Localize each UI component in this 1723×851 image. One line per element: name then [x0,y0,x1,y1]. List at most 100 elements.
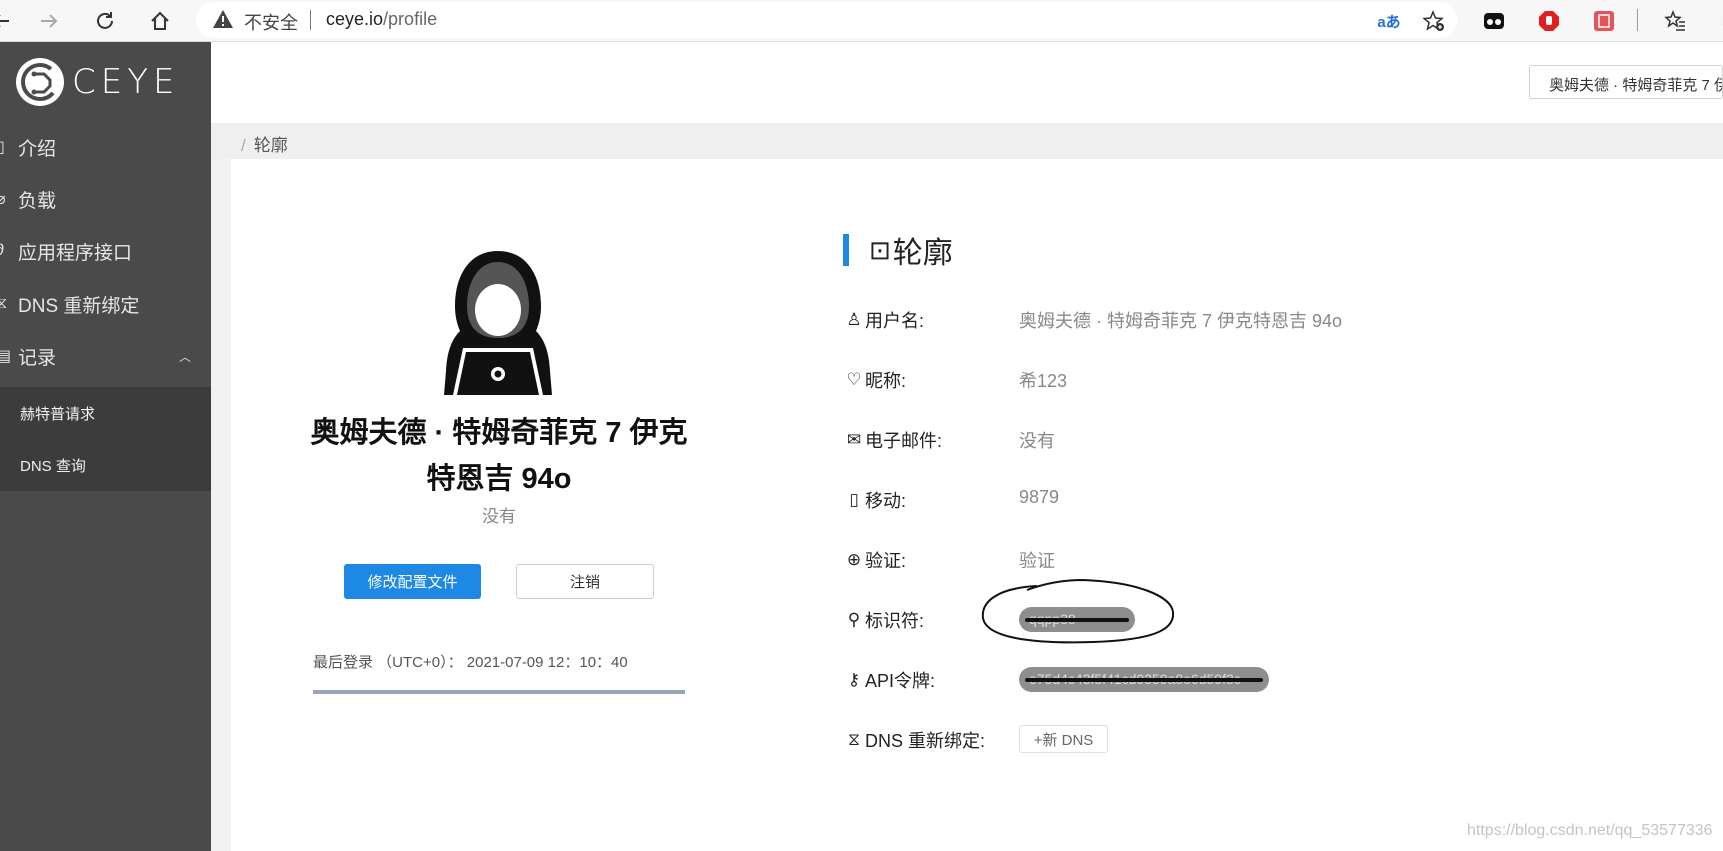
toolbar-divider [1637,9,1638,31]
extension-button-3[interactable] [1589,6,1619,36]
reload-icon [97,12,113,29]
row-label-text: DNS 重新绑定: [865,731,986,751]
profile-divider [313,690,685,694]
reload-button[interactable] [90,6,120,36]
username-label: ♙ 用户名: [845,307,924,333]
api-token-label: ⚷ API令牌: [845,667,935,693]
section-title-text: 轮廓 [892,237,953,270]
row-label-text: 验证: [865,551,907,571]
user-icon: ♙ [846,310,862,329]
profile-subtitle: 没有 [482,507,516,526]
browser-toolbar: 不安全 ceye.io/profile aあ ◔ [0,0,1723,42]
breadcrumb-current: / 轮廓 [241,131,288,156]
section-title: ⊡ 轮廓 [843,233,953,270]
omnibox-divider [310,10,311,30]
star-add-icon [1423,10,1444,31]
row-label-text: 移动: [865,491,907,511]
last-login-text: 最后登录 （UTC+0）： 2021-07-09 12：10：40 [313,654,628,671]
book-icon: ▯ [0,139,5,156]
user-menu-button[interactable]: 奥姆夫德 · 特姆奇菲克 7 伊 [1529,65,1723,99]
redaction-circle [981,578,1175,644]
logo-text: CEYE [72,62,180,102]
email-value: 没有 [1019,431,1055,451]
glasses-extension-icon [1484,13,1504,29]
edit-profile-button[interactable]: 修改配置文件 [344,564,481,599]
ceye-logo-icon [16,58,64,106]
key-icon: ⚷ [847,670,861,689]
mobile-value: 9879 [1019,487,1060,507]
url-host: ceye.io [326,9,384,29]
watermark: https://blog.csdn.net/qq_53577336 [1467,822,1713,839]
home-button[interactable] [145,6,175,36]
redaction-scribble [1025,678,1263,682]
avatar [444,251,552,395]
sidebar-item-api[interactable]: ∂ 应用程序接口 [0,225,211,277]
breadcrumb-label: 轮廓 [253,136,288,155]
heart-icon: ♡ [846,370,862,389]
insecure-label: 不安全 [244,13,298,33]
sidebar-item-intro[interactable]: ▯ 介绍 [0,121,211,173]
tag-icon: ⌀ [0,191,6,208]
sidebar-item-label: 记录 [18,347,57,369]
submenu-item-dns-queries[interactable]: DNS 查询 [20,455,86,476]
favorites-button[interactable] [1660,6,1690,36]
translate-icon: aあ [1377,13,1401,31]
api-token-pill: e75d4c43f5f41cd0359a8e6d59f3c [1019,667,1269,692]
url-path: /profile [383,9,438,29]
identifier-label: ⚲ 标识符: [845,607,924,633]
nickname-value: 希123 [1019,371,1068,391]
dns-rebinding-label: ⧖ DNS 重新绑定: [845,727,985,753]
hourglass-icon: ⧖ [848,730,860,749]
page-header [211,42,1723,123]
mobile-label: ▯ 移动: [845,487,906,513]
rocket-icon: ⚲ [847,610,861,629]
sidebar-item-records[interactable]: ▤ 记录 ︿ [0,330,211,382]
lock-icon: ⊕ [846,550,862,569]
chevron-up-icon: ︿ [178,350,191,364]
back-arrow-icon [0,15,9,27]
breadcrumb-separator: / [241,136,246,155]
verify-label: ⊕ 验证: [845,547,906,573]
extension-button-2[interactable] [1534,6,1564,36]
back-button[interactable] [0,6,16,36]
records-submenu: 赫特普请求 DNS 查询 [0,387,211,491]
url-text: ceye.io/profile [326,9,437,30]
title-accent-bar [843,234,849,266]
red-badge-icon [1594,11,1614,31]
sidebar-item-label: 应用程序接口 [18,242,133,264]
sidebar: CEYE ▯ 介绍 ⌀ 负载 ∂ 应用程序接口 ⧖ DNS 重新绑定 ▤ 记录 … [0,42,211,851]
username-value: 奥姆夫德 · 特姆奇菲克 7 伊克特恩吉 94o [1019,311,1343,331]
profile-button[interactable]: ◔ [1710,6,1723,36]
stop-hand-icon [1539,11,1559,31]
row-label-text: 电子邮件: [865,431,943,451]
row-label-text: API令牌: [865,671,936,691]
row-label-text: 用户名: [865,311,925,331]
row-label-text: 标识符: [865,611,925,631]
hourglass-icon: ⧖ [0,295,8,312]
forward-arrow-icon [41,14,58,28]
favorites-list-icon [1664,10,1685,31]
breadcrumb: / 轮廓 [211,123,1723,159]
logout-button[interactable]: 注销 [516,564,654,599]
new-dns-button[interactable]: +新 DNS [1019,725,1108,753]
verify-value[interactable]: 验证 [1019,547,1055,573]
submenu-item-http-requests[interactable]: 赫特普请求 [20,403,95,424]
logo[interactable]: CEYE [14,56,179,108]
home-icon [151,11,169,30]
forward-button[interactable] [34,6,64,36]
extension-button-1[interactable] [1479,6,1509,36]
sidebar-item-label: 介绍 [18,138,57,160]
list-icon: ▤ [0,348,12,365]
nickname-label: ♡ 昵称: [845,367,906,393]
sidebar-item-label: DNS 重新绑定 [18,295,140,317]
profile-card-icon: ⊡ [869,234,891,265]
link-icon: ∂ [0,242,14,260]
sidebar-item-dns-rebinding[interactable]: ⧖ DNS 重新绑定 [0,278,211,330]
sidebar-item-label: 负载 [18,190,57,212]
profile-name: 奥姆夫德 · 特姆奇菲克 7 伊克特恩吉 94o [310,417,688,495]
translate-button[interactable]: aあ [1376,8,1402,34]
sidebar-item-payload[interactable]: ⌀ 负载 [0,173,211,225]
address-bar[interactable]: 不安全 ceye.io/profile aあ [196,2,1458,38]
add-favorite-button[interactable] [1421,8,1447,34]
email-label: ✉ 电子邮件: [845,427,942,453]
